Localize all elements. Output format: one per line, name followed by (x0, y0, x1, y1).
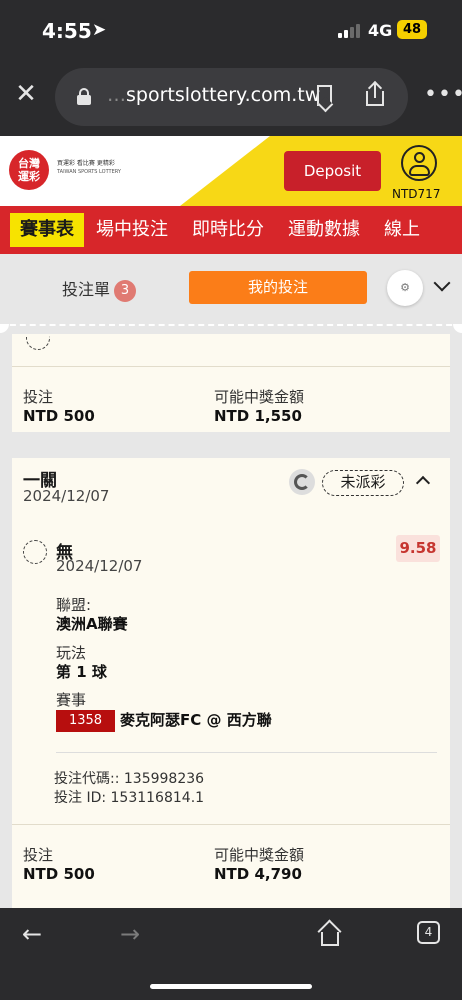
share-icon[interactable] (365, 80, 387, 108)
location-arrow-icon: ➤ (92, 20, 107, 40)
user-icon[interactable] (401, 145, 437, 181)
payout-value: NTD 4,790 (214, 865, 302, 883)
market-value: 第 1 球 (56, 663, 107, 681)
tab-betslip[interactable]: 投注單 3 (62, 276, 137, 302)
event-id-badge: 1358 (56, 709, 115, 732)
bet-date: 2024/12/07 (23, 487, 110, 505)
lock-icon (77, 88, 91, 105)
ticket-notch (0, 324, 9, 333)
nav-item-live-betting[interactable]: 場中投注 (84, 213, 180, 247)
payout-value: NTD 1,550 (214, 407, 302, 425)
battery-icon: 48 (397, 20, 427, 39)
selection-date: 2024/12/07 (56, 557, 143, 575)
refresh-icon[interactable] (289, 469, 315, 495)
odds-badge: 9.58 (396, 535, 440, 562)
tab-my-bets[interactable]: 我的投注 (189, 271, 367, 304)
my-bets-list[interactable]: 投注 NTD 500 可能中獎金額 NTD 1,550 一關 2024/12/0… (0, 324, 462, 908)
account-balance: NTD717 (392, 187, 441, 201)
event-label: 賽事 (56, 691, 87, 709)
address-bar[interactable]: …sportslottery.com.tw (55, 68, 408, 126)
home-icon[interactable] (317, 919, 342, 946)
close-icon[interactable]: ✕ (14, 81, 38, 107)
signal-icon (338, 24, 360, 38)
selection-status-icon (26, 336, 50, 350)
clock: 4:55 (42, 19, 92, 43)
more-icon[interactable]: ••• (424, 82, 462, 107)
ticket-perforation (0, 324, 462, 326)
site-header: 台灣 運彩 買運彩 看比賽 更精彩 TAIWAN SPORTS LOTTERY D… (0, 136, 462, 206)
forward-arrow-icon[interactable]: → (120, 920, 140, 948)
settings-icon[interactable]: ⚙ (387, 270, 423, 306)
nav-item-sports-data[interactable]: 運動數據 (276, 213, 372, 247)
event-row: 1358 麥克阿瑟FC @ 西方聯 (56, 709, 272, 732)
status-badge: 未派彩 (322, 470, 404, 496)
payout-label: 可能中獎金額 (214, 846, 305, 864)
status-bar: 4:55 ➤ 4G 48 (0, 0, 462, 60)
bet-card: 一關 2024/12/07 未派彩 無 2024/12/07 9.58 聯盟: … (12, 458, 450, 908)
home-indicator (150, 984, 312, 989)
market-label: 玩法 (56, 644, 87, 662)
betslip-bar: 投注單 3 我的投注 ⚙ (0, 254, 462, 324)
back-arrow-icon[interactable]: ← (22, 920, 42, 948)
stake-label: 投注 (23, 388, 54, 406)
bet-card: 投注 NTD 500 可能中獎金額 NTD 1,550 (12, 334, 450, 432)
bet-id: 投注 ID: 153116814.1 (54, 790, 205, 806)
league-value: 澳洲A聯賽 (56, 615, 128, 633)
stake-value: NTD 500 (23, 865, 95, 883)
tabs-count-icon[interactable]: 4 (417, 921, 440, 944)
payout-label: 可能中獎金額 (214, 388, 305, 406)
nav-item-live-scores[interactable]: 即時比分 (180, 213, 276, 247)
browser-url-row: ✕ …sportslottery.com.tw ••• (0, 60, 462, 136)
betslip-count-badge: 3 (114, 279, 137, 302)
logo-tagline: 買運彩 看比賽 更精彩 TAIWAN SPORTS LOTTERY (57, 160, 121, 175)
site-logo[interactable]: 台灣 運彩 (9, 150, 49, 190)
deposit-button[interactable]: Deposit (284, 151, 381, 191)
league-label: 聯盟: (56, 596, 92, 614)
url-text: …sportslottery.com.tw (107, 84, 321, 106)
stake-value: NTD 500 (23, 407, 95, 425)
network-type: 4G (368, 21, 393, 40)
chevron-up-icon[interactable] (415, 475, 431, 491)
bookmark-icon[interactable] (317, 85, 332, 106)
stake-label: 投注 (23, 846, 54, 864)
selection-status-icon (23, 540, 47, 564)
ticket-notch (453, 324, 462, 333)
chevron-down-icon[interactable] (433, 274, 451, 292)
event-name: 麥克阿瑟FC @ 西方聯 (120, 711, 272, 729)
bet-code: 投注代碼:: 135998236 (54, 771, 205, 787)
main-nav: 賽事表 場中投注 即時比分 運動數據 線上 (0, 206, 462, 254)
nav-item-online[interactable]: 線上 (372, 213, 432, 247)
browser-toolbar: ← → 4 (0, 908, 462, 1000)
nav-item-schedule[interactable]: 賽事表 (10, 213, 84, 247)
